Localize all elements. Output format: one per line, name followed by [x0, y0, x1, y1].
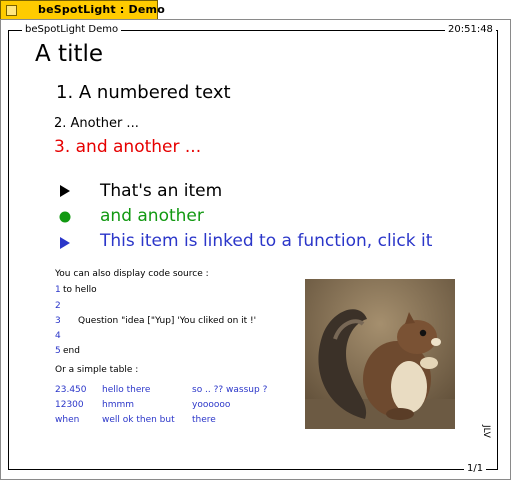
slide-title: A title	[35, 41, 104, 67]
table-cell: there	[192, 415, 216, 425]
table-cell: so .. ?? wassup ?	[192, 385, 268, 395]
code-line-number: 5	[55, 346, 61, 356]
table-cell: 23.450	[55, 385, 87, 395]
code-line-number: 3	[55, 316, 61, 326]
code-intro: You can also display code source :	[55, 269, 209, 279]
side-label: JLV	[481, 423, 491, 440]
squirrel-photo	[305, 279, 455, 429]
table-cell: yoooooo	[192, 400, 231, 410]
triangle-bullet-icon	[60, 185, 70, 197]
numbered-item-2: 2. Another ...	[54, 116, 139, 131]
app-label: beSpotLight Demo	[22, 24, 122, 36]
close-box-icon[interactable]	[6, 5, 17, 16]
table-cell: when	[55, 415, 80, 425]
table-intro: Or a simple table :	[55, 365, 139, 375]
table-cell: hmmm	[102, 400, 135, 410]
page-indicator: 1/1	[464, 463, 487, 475]
code-line-number: 1	[55, 285, 61, 295]
clock-label: 20:51:48	[445, 24, 496, 36]
numbered-item-1: 1. A numbered text	[56, 82, 231, 103]
window-title: beSpotLight : Demo	[38, 3, 165, 16]
code-line: Question "idea ["Yup] 'You cliked on it …	[78, 316, 257, 326]
code-line: to hello	[63, 285, 97, 295]
list-item: and another	[100, 206, 204, 226]
circle-bullet-icon	[59, 211, 71, 223]
list-item: That's an item	[100, 181, 223, 201]
window-tab[interactable]: beSpotLight : Demo	[0, 0, 165, 19]
triangle-bullet-icon	[60, 237, 70, 249]
table-cell: well ok then but	[102, 415, 175, 425]
code-line-number: 2	[55, 301, 61, 311]
numbered-item-3: 3. and another ...	[54, 137, 202, 157]
table-cell: 12300	[55, 400, 84, 410]
table-cell: hello there	[102, 385, 151, 395]
function-link-item[interactable]: This item is linked to a function, click…	[100, 231, 432, 251]
code-line-number: 4	[55, 331, 61, 341]
code-line: end	[63, 346, 80, 356]
